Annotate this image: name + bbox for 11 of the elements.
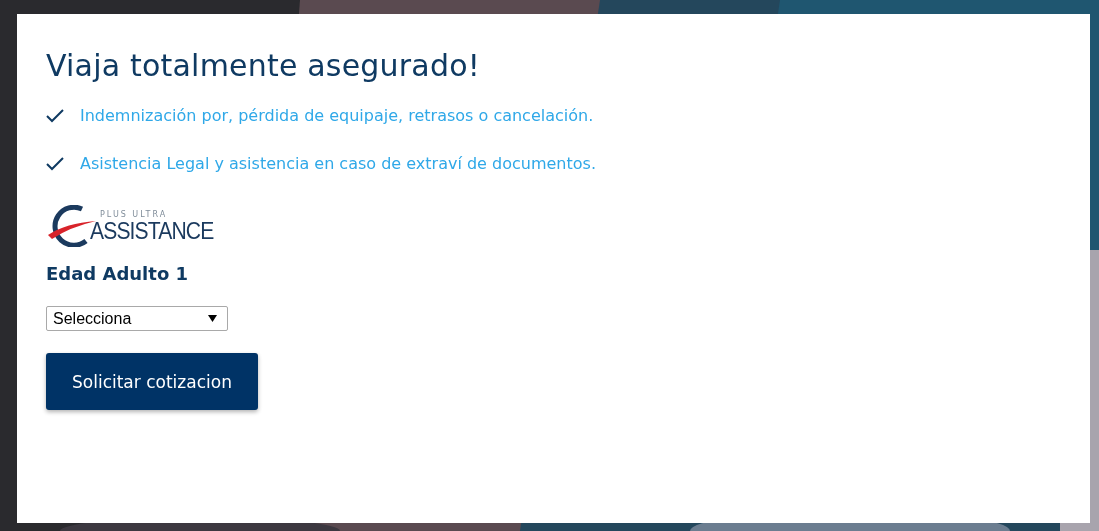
age-label: Edad Adulto 1	[46, 263, 189, 284]
benefit-text: Indemnización por, pérdida de equipaje, retrasos o cancelación.	[80, 105, 594, 127]
page-title: Viaja totalmente asegurado!	[46, 48, 480, 83]
logo-text: ASSISTANCE	[90, 218, 214, 243]
benefit-text: Asistencia Legal y asistencia en caso de extraví de documentos.	[80, 153, 596, 175]
caret-icon	[208, 315, 217, 322]
submit-button[interactable]: Solicitar cotizacion	[46, 353, 258, 410]
age-select[interactable]: Selecciona	[46, 306, 228, 331]
check-icon	[46, 109, 64, 123]
check-icon	[46, 157, 64, 171]
logo-small-text: PLUS ULTRA	[100, 209, 169, 219]
